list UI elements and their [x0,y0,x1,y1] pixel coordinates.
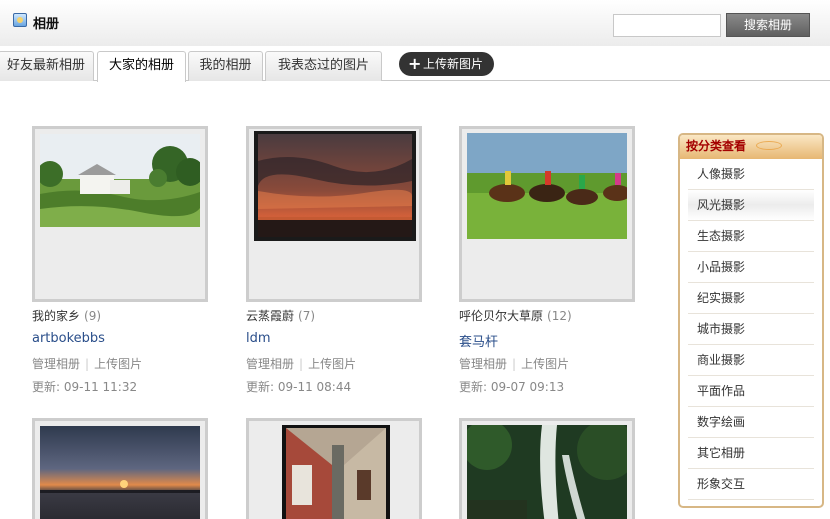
album-cover-photo [40,134,200,227]
upload-photo-link[interactable]: 上传图片 [94,357,142,371]
category-item-portrait[interactable]: 人像摄影 [688,159,814,190]
app-title: 相册 [33,17,60,32]
category-title-text: 按分类查看 [686,139,747,153]
album-cover-photo [282,425,390,519]
album-photo-count: (12) [547,309,572,323]
album-updated-time: 更新: 09-11 08:44 [246,380,352,394]
album-cover-frame[interactable] [246,126,422,302]
plus-icon: + [408,54,422,73]
category-item-ecology[interactable]: 生态摄影 [688,221,814,252]
category-panel: 按分类查看 人像摄影 风光摄影 生态摄影 小品摄影 纪实摄影 城市摄影 商业摄影… [678,133,824,508]
album-actions: 管理相册 | 上传图片 [459,357,570,371]
album-name[interactable]: 云蒸霞蔚 (7) [246,307,315,324]
manage-album-link[interactable]: 管理相册 [32,357,80,371]
album-cover-frame[interactable] [32,418,208,519]
album-photo-count: (7) [298,309,316,323]
tab-everyone-albums[interactable]: 大家的相册 [97,51,186,82]
manage-album-link[interactable]: 管理相册 [246,357,294,371]
album-actions: 管理相册 | 上传图片 [32,357,143,371]
upload-photo-link[interactable]: 上传图片 [308,357,356,371]
album-actions: 管理相册 | 上传图片 [246,357,357,371]
album-updated-time: 更新: 09-07 09:13 [459,380,565,394]
search-button[interactable]: 搜索相册 [726,13,810,37]
category-item-digital-painting[interactable]: 数字绘画 [688,407,814,438]
album-tabs: 好友最新相册 大家的相册 我的相册 我表态过的图片 + 上传新图片 [0,50,830,82]
album-cover-frame[interactable] [459,418,635,519]
category-item-graphic[interactable]: 平面作品 [688,376,814,407]
search-input[interactable] [613,14,721,37]
album-cover-frame[interactable] [246,418,422,519]
album-owner-link[interactable]: 套马杆 [459,331,498,350]
category-item-urban[interactable]: 城市摄影 [688,314,814,345]
category-item-documentary[interactable]: 纪实摄影 [688,283,814,314]
album-cover-photo [254,131,416,241]
category-panel-title: 按分类查看 [680,135,822,159]
album-cover-frame[interactable] [32,126,208,302]
header-bar: 相册 搜索相册 [0,0,830,46]
album-updated-time: 更新: 09-11 11:32 [32,380,138,394]
upload-photo-label: 上传新图片 [423,57,484,71]
album-cover-photo [40,426,200,519]
album-name[interactable]: 呼伦贝尔大草原 (12) [459,307,572,324]
album-cover-photo [467,133,627,239]
tab-friends-latest[interactable]: 好友最新相册 [0,51,94,81]
album-app-icon [13,13,27,27]
tab-rated-photos[interactable]: 我表态过的图片 [265,51,382,81]
manage-album-link[interactable]: 管理相册 [459,357,507,371]
album-owner-link[interactable]: artbokebbs [32,331,105,346]
album-photo-count: (9) [84,309,102,323]
tab-my-albums[interactable]: 我的相册 [188,51,263,81]
category-item-still-life[interactable]: 小品摄影 [688,252,814,283]
album-name[interactable]: 我的家乡 (9) [32,307,101,324]
category-item-other[interactable]: 其它相册 [688,438,814,469]
album-cover-photo [467,425,627,519]
album-cover-frame[interactable] [459,126,635,302]
category-item-image-interaction[interactable]: 形象交互 [688,469,814,500]
category-item-landscape[interactable]: 风光摄影 [688,190,814,221]
upload-photo-button[interactable]: + 上传新图片 [399,52,494,76]
album-owner-link[interactable]: ldm [246,331,271,346]
category-item-commercial[interactable]: 商业摄影 [688,345,814,376]
upload-photo-link[interactable]: 上传图片 [521,357,569,371]
swirl-decoration-icon [756,141,782,150]
